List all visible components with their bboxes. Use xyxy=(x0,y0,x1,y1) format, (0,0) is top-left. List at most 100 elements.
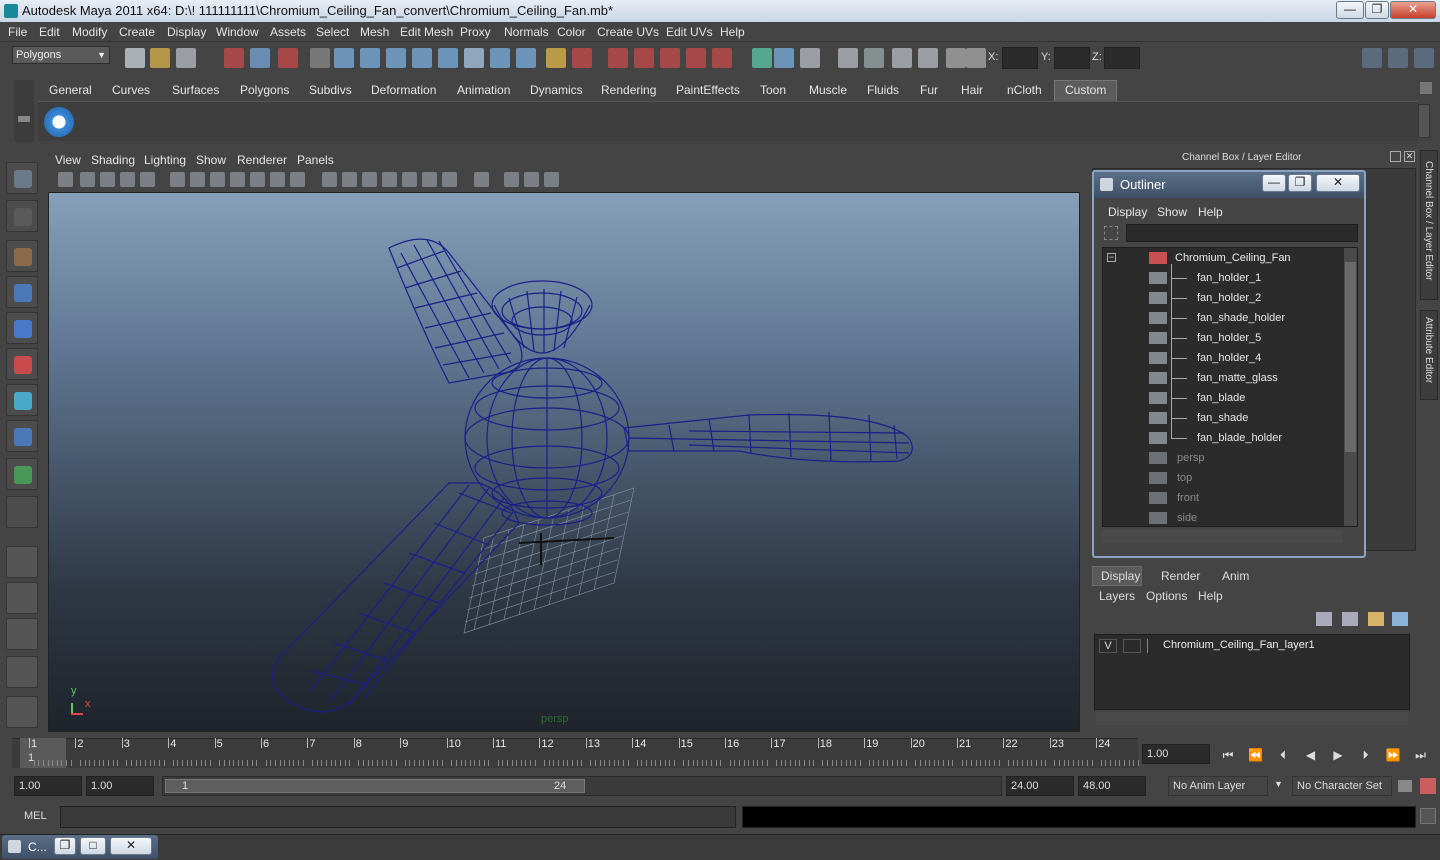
scale-tool-icon[interactable] xyxy=(6,348,38,380)
camera-icon[interactable] xyxy=(864,48,884,68)
key-icon[interactable] xyxy=(1398,780,1412,792)
open-scene-icon[interactable] xyxy=(150,48,170,68)
menu-divider-icon[interactable] xyxy=(310,48,330,68)
outliner-vertical-scrollbar[interactable] xyxy=(1344,248,1357,526)
shelf-tab-custom[interactable]: Custom xyxy=(1054,80,1118,101)
move-layer-up-icon[interactable] xyxy=(1316,612,1332,626)
input-ops-icon[interactable] xyxy=(608,48,628,68)
panel-toolbar-icon-11[interactable] xyxy=(270,172,285,187)
minimized-window-item[interactable]: C... ❐ □ ✕ xyxy=(2,835,158,859)
shelf-tab-dynamics[interactable]: Dynamics xyxy=(530,83,583,97)
perspective-viewport[interactable]: y x persp xyxy=(48,192,1080,732)
new-layer-selected-icon[interactable] xyxy=(1392,612,1408,626)
shelf-tab-curves[interactable]: Curves xyxy=(112,83,150,97)
shelf-options-handle[interactable] xyxy=(14,80,34,142)
panel-toolbar-icon-4[interactable] xyxy=(120,172,135,187)
panel-toolbar-icon-3[interactable] xyxy=(100,172,115,187)
outliner-close-button[interactable]: ✕ xyxy=(1316,174,1360,192)
panel-menu-shading[interactable]: Shading xyxy=(91,153,135,167)
step-back-key-icon[interactable]: ⏴ xyxy=(1273,748,1293,764)
rotate-tool-icon[interactable] xyxy=(6,312,38,344)
move-layer-down-icon[interactable] xyxy=(1342,612,1358,626)
display-settings-icon[interactable] xyxy=(918,48,938,68)
outliner-maximize-button[interactable]: ❐ xyxy=(1288,174,1312,192)
layer-tab-display[interactable]: Display xyxy=(1101,569,1140,583)
range-slider-bar[interactable]: 1 24 xyxy=(165,779,585,793)
layer-menu-options[interactable]: Options xyxy=(1146,589,1187,603)
go-to-start-icon[interactable]: ⏮ xyxy=(1218,748,1238,764)
panel-toolbar-icon-7[interactable] xyxy=(190,172,205,187)
menu-help[interactable]: Help xyxy=(720,25,745,39)
panel-toolbar-icon-23[interactable] xyxy=(544,172,559,187)
panel-toolbar-icon-1[interactable] xyxy=(58,172,73,187)
snap-grid-icon[interactable] xyxy=(334,48,354,68)
select-tool-icon[interactable] xyxy=(6,162,38,194)
play-forwards-icon[interactable]: ▶ xyxy=(1328,748,1348,764)
shelf-tab-subdivs[interactable]: Subdivs xyxy=(309,83,352,97)
menu-create[interactable]: Create xyxy=(119,25,155,39)
outliner-filter-input[interactable] xyxy=(1126,224,1358,242)
show-manipulator-icon[interactable] xyxy=(6,458,38,490)
snap-point-icon[interactable] xyxy=(386,48,406,68)
symmetry-icon[interactable] xyxy=(712,48,732,68)
panel-toolbar-icon-10[interactable] xyxy=(250,172,265,187)
shelf-tab-fur[interactable]: Fur xyxy=(920,83,938,97)
panel-toolbar-icon-16[interactable] xyxy=(382,172,397,187)
maximize-button[interactable]: ❐ xyxy=(1365,1,1389,19)
attribute-editor-icon[interactable] xyxy=(1414,48,1434,68)
menu-display[interactable]: Display xyxy=(167,25,206,39)
minimize-button[interactable]: — xyxy=(1336,1,1364,19)
layer-tab-render[interactable]: Render xyxy=(1161,569,1200,583)
filter-icon[interactable] xyxy=(1104,226,1118,240)
layer-horizontal-scrollbar[interactable] xyxy=(1096,712,1408,725)
panel-toolbar-icon-18[interactable] xyxy=(422,172,437,187)
menu-proxy[interactable]: Proxy xyxy=(460,25,491,39)
panel-menu-show[interactable]: Show xyxy=(196,153,226,167)
shelf-scroll-arrows[interactable] xyxy=(1418,104,1430,138)
outliner-layout-icon[interactable] xyxy=(6,618,38,650)
menu-edit[interactable]: Edit xyxy=(39,25,60,39)
menu-color[interactable]: Color xyxy=(557,25,586,39)
outliner-item[interactable]: fan_holder_2 xyxy=(1103,288,1343,308)
outliner-item-root[interactable]: − Chromium_Ceiling_Fan xyxy=(1103,248,1343,268)
step-back-frame-icon[interactable]: ⏪ xyxy=(1246,748,1266,764)
outliner-item[interactable]: fan_holder_1 xyxy=(1103,268,1343,288)
outliner-item[interactable]: fan_blade_holder xyxy=(1103,428,1343,448)
playback-end-field[interactable]: 24.00 xyxy=(1006,776,1074,796)
close-button[interactable]: ✕ xyxy=(1390,1,1436,19)
menu-normals[interactable]: Normals xyxy=(504,25,549,39)
menu-edit-uvs[interactable]: Edit UVs xyxy=(666,25,713,39)
outliner-item[interactable]: fan_shade xyxy=(1103,408,1343,428)
z-field[interactable] xyxy=(1104,47,1140,69)
outliner-horizontal-scrollbar[interactable] xyxy=(1102,530,1342,543)
make-live-icon[interactable] xyxy=(438,48,458,68)
current-time-field[interactable]: 1.00 xyxy=(1142,744,1210,764)
y-field[interactable] xyxy=(1054,47,1090,69)
playback-start-field[interactable]: 1.00 xyxy=(86,776,154,796)
outliner-scroll-thumb[interactable] xyxy=(1345,262,1356,452)
select-object-icon[interactable] xyxy=(250,48,270,68)
close-window-button[interactable]: ✕ xyxy=(110,837,152,855)
layer-tab-anim[interactable]: Anim xyxy=(1222,569,1249,583)
construction-history-icon[interactable] xyxy=(464,48,484,68)
collapse-icon[interactable]: − xyxy=(1107,253,1116,262)
playblast-icon[interactable] xyxy=(838,48,858,68)
panel-toolbar-icon-20[interactable] xyxy=(474,172,489,187)
animation-preferences-icon[interactable] xyxy=(1420,778,1436,794)
range-slider-track[interactable]: 1 24 xyxy=(162,776,1002,796)
select-hierarchy-icon[interactable] xyxy=(224,48,244,68)
outliner-item[interactable]: fan_shade_holder xyxy=(1103,308,1343,328)
last-tool-icon[interactable] xyxy=(6,496,38,528)
outliner-minimize-button[interactable]: — xyxy=(1262,174,1286,192)
lock-icon[interactable] xyxy=(546,48,566,68)
go-to-end-icon[interactable]: ⏭ xyxy=(1411,748,1431,764)
shelf-tab-general[interactable]: General xyxy=(49,83,92,97)
magnet-icon[interactable] xyxy=(660,48,680,68)
render-view-icon[interactable] xyxy=(752,48,772,68)
universal-manipulator-icon[interactable] xyxy=(6,384,38,416)
layer-name[interactable]: Chromium_Ceiling_Fan_layer1 xyxy=(1163,639,1315,651)
menu-window[interactable]: Window xyxy=(216,25,259,39)
absolute-mode-icon[interactable] xyxy=(966,48,986,68)
ipr-render-icon[interactable] xyxy=(516,48,536,68)
panel-toolbar-icon-14[interactable] xyxy=(342,172,357,187)
